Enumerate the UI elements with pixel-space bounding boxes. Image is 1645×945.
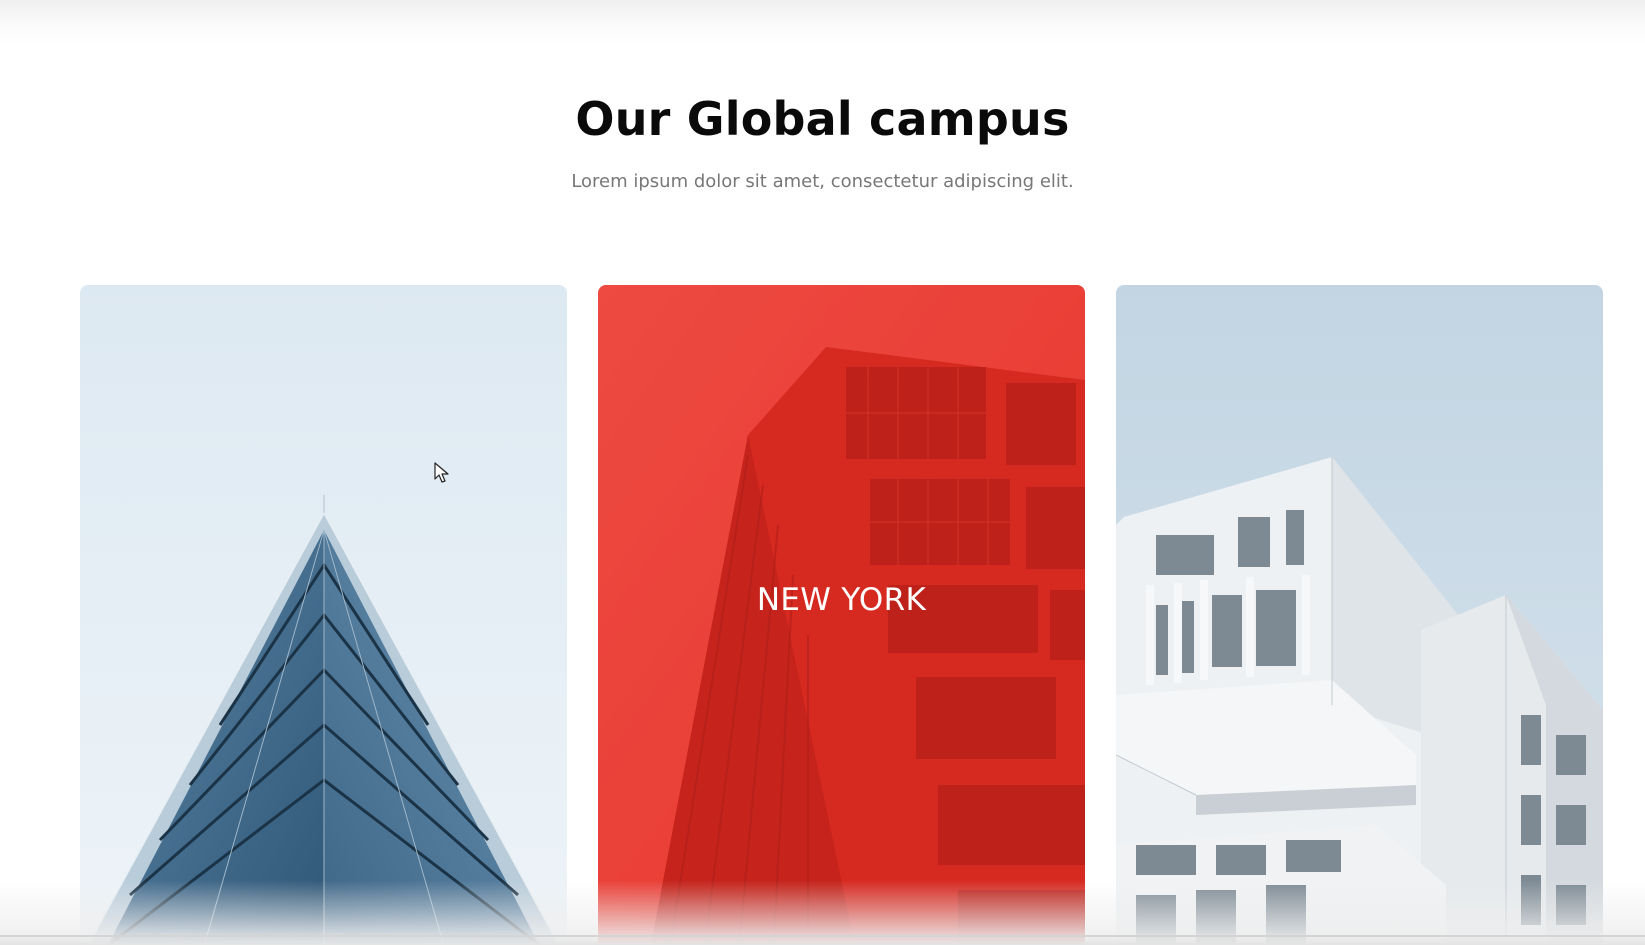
mouse-cursor-icon [434,462,449,483]
bottom-divider [0,935,1645,937]
campus-card-new-york[interactable]: NEW YORK [598,285,1085,945]
section-title: Our Global campus [575,92,1070,146]
glass-pyramid-building-image [80,285,567,945]
campus-label: NEW YORK [756,582,927,618]
campus-card-1[interactable] [80,285,567,945]
campus-card-3[interactable] [1116,285,1603,945]
white-modular-building-image [1116,285,1603,945]
top-shadow [0,0,1645,44]
section-subtitle: Lorem ipsum dolor sit amet, consectetur … [571,171,1074,192]
